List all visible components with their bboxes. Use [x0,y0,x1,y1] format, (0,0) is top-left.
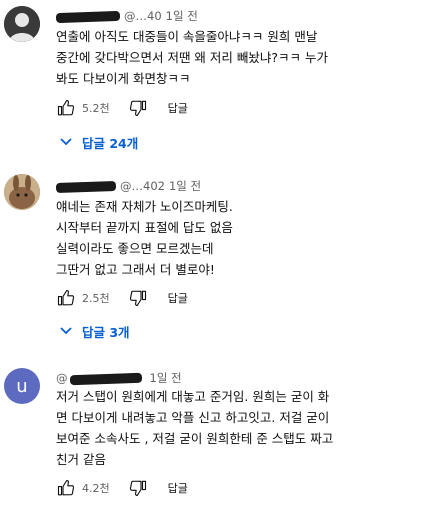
thumbs-up-icon [57,99,75,116]
view-replies-button[interactable]: 답글 24개 [60,130,138,154]
like-count: 2.5천 [82,292,110,305]
comment-line: 연출에 아직도 대중들이 속을줄아냐ㅋㅋ 원희 맨날 [56,29,318,44]
comment-handle[interactable]: @…40 [124,9,162,23]
avatar-letter: u [16,375,28,397]
reply-button[interactable]: 답글 [168,480,188,496]
comment-line: 그딴거 없고 그래서 더 별로야! [56,262,215,277]
avatar[interactable] [4,174,40,210]
comment-line: 중간에 갖다박으면서 저땐 왜 저리 빼놨냐?ㅋㅋ 누가 [56,50,328,65]
comment-time[interactable]: 1일 전 [150,371,182,385]
thumbs-up-icon [57,479,75,496]
comment-text: 얘네는 존재 자체가 노이즈마케팅. 시작부터 끝까지 표절에 답도 없음 실력… [56,196,416,280]
comment-line: 친거 같음 [56,452,106,467]
comment-handle[interactable]: @ [56,371,68,385]
comment-actions: 2.5천 답글 [56,286,188,310]
comment-line: 보여준 소속사도 , 저걸 굳이 원희한테 준 스탭도 짜고 [56,431,334,446]
user-silhouette-icon [4,6,40,42]
comment-meta: @…402 1일 전 [55,178,201,194]
comment-line: 저거 스탭이 원희에게 대놓고 준거임. 원희는 굳이 화 [56,389,330,404]
redaction-scribble [69,372,142,385]
replies-count-label: 답글 3개 [82,324,130,340]
comment-actions: 5.2천 답글 [56,96,188,120]
comment-meta: @1일 전 [56,370,182,386]
like-count: 4.2천 [82,482,110,495]
redaction-scribble [55,180,117,193]
like-button[interactable] [56,478,76,498]
dislike-button[interactable] [128,288,148,308]
thumbs-down-icon [129,290,146,307]
comment-time[interactable]: 1일 전 [166,9,198,23]
dislike-button[interactable] [128,98,148,118]
avatar[interactable] [4,6,40,42]
comment-line: 얘네는 존재 자체가 노이즈마케팅. [56,199,233,214]
thumbs-down-icon [129,480,146,497]
chevron-down-icon [60,327,72,335]
comment-line: 실력이라도 좋으면 모르겠는데 [56,241,214,256]
comment-3: u @1일 전 저거 스탭이 원희에게 대놓고 준거임. 원희는 굳이 화 면 … [0,356,425,512]
comment-actions: 4.2천 답글 [56,476,188,500]
like-button[interactable] [56,98,76,118]
chevron-down-icon [60,138,72,146]
view-replies-button[interactable]: 답글 3개 [60,319,130,343]
comment-line: 봐도 다보이게 화면창ㅋㅋ [56,71,191,86]
rabbit-avatar-icon [4,174,40,210]
comment-time[interactable]: 1일 전 [169,179,201,193]
comment-text: 연출에 아직도 대중들이 속을줄아냐ㅋㅋ 원희 맨날 중간에 갖다박으면서 저땐… [56,26,416,89]
comment-text: 저거 스탭이 원희에게 대놓고 준거임. 원희는 굳이 화 면 다보이게 내려놓… [56,386,416,470]
redaction-scribble [55,10,121,23]
reply-button[interactable]: 답글 [168,100,188,116]
comment-handle[interactable]: @…402 [120,179,165,193]
comment-2: @…402 1일 전 얘네는 존재 자체가 노이즈마케팅. 시작부터 끝까지 표절… [0,162,425,352]
comment-1: @…40 1일 전 연출에 아직도 대중들이 속을줄아냐ㅋㅋ 원희 맨날 중간에 … [0,0,425,160]
like-count: 5.2천 [82,102,110,115]
like-button[interactable] [56,288,76,308]
replies-count-label: 답글 24개 [82,135,139,151]
comment-line: 시작부터 끝까지 표절에 답도 없음 [56,220,233,235]
comment-meta: @…40 1일 전 [55,8,198,24]
dislike-button[interactable] [128,478,148,498]
reply-button[interactable]: 답글 [168,290,188,306]
avatar[interactable]: u [4,368,40,404]
thumbs-up-icon [57,289,75,306]
comment-line: 면 다보이게 내려놓고 악플 신고 하고잇고. 저걸 굳이 [56,410,330,425]
thumbs-down-icon [129,100,146,117]
